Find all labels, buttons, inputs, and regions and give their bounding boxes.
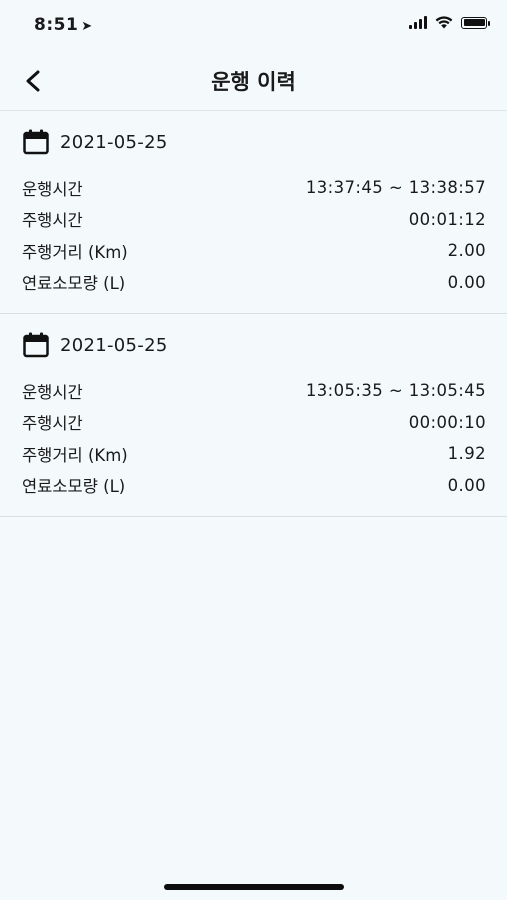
row-label: 운행시간 xyxy=(22,179,83,199)
date-text: 2021-05-25 xyxy=(60,131,168,153)
row-label: 연료소모량 (L) xyxy=(22,477,126,497)
row-value: 1.92 xyxy=(447,444,486,464)
row-value: 00:00:10 xyxy=(408,412,486,432)
drive-time-row: 운행시간 13:37:45 ~ 13:38:57 xyxy=(22,172,486,204)
status-icons xyxy=(409,16,490,29)
battery-icon xyxy=(461,16,490,29)
row-label: 주행시간 xyxy=(22,211,83,231)
history-card[interactable]: 2021-05-25 운행시간 13:05:35 ~ 13:05:45 주행시간… xyxy=(0,314,507,517)
row-label: 주행시간 xyxy=(22,414,83,434)
navigation-bar: 운행 이력 xyxy=(0,52,507,111)
home-indicator[interactable] xyxy=(164,884,344,890)
row-value: 13:37:45 ~ 13:38:57 xyxy=(305,178,486,198)
detail-rows: 운행시간 13:05:35 ~ 13:05:45 주행시간 00:00:10 주… xyxy=(22,375,486,501)
location-arrow-icon: ➤ xyxy=(81,19,93,34)
status-bar: 8:51 ➤ xyxy=(0,0,507,52)
status-time: 8:51 ➤ xyxy=(34,15,93,35)
row-label: 운행시간 xyxy=(22,382,83,402)
row-value: 2.00 xyxy=(447,241,486,261)
page-title: 운행 이력 xyxy=(211,70,296,94)
date-text: 2021-05-25 xyxy=(60,334,168,356)
calendar-icon xyxy=(23,129,49,155)
row-value: 00:01:12 xyxy=(408,209,486,229)
detail-rows: 운행시간 13:37:45 ~ 13:38:57 주행시간 00:01:12 주… xyxy=(22,172,486,298)
cellular-signal-icon xyxy=(409,16,427,29)
fuel-row: 연료소모량 (L) 0.00 xyxy=(22,267,486,299)
running-time-row: 주행시간 00:01:12 xyxy=(22,204,486,236)
row-label: 주행거리 (Km) xyxy=(22,445,128,465)
row-label: 연료소모량 (L) xyxy=(22,274,126,294)
distance-row: 주행거리 (Km) 2.00 xyxy=(22,235,486,267)
row-value: 0.00 xyxy=(447,475,486,495)
calendar-icon xyxy=(23,332,49,358)
card-date: 2021-05-25 xyxy=(22,332,168,358)
row-value: 0.00 xyxy=(447,272,486,292)
clock-text: 8:51 xyxy=(34,15,79,35)
card-date: 2021-05-25 xyxy=(22,129,168,155)
row-value: 13:05:35 ~ 13:05:45 xyxy=(305,381,486,401)
history-card[interactable]: 2021-05-25 운행시간 13:37:45 ~ 13:38:57 주행시간… xyxy=(0,111,507,314)
running-time-row: 주행시간 00:00:10 xyxy=(22,407,486,439)
wifi-icon xyxy=(435,16,453,29)
drive-time-row: 운행시간 13:05:35 ~ 13:05:45 xyxy=(22,375,486,407)
distance-row: 주행거리 (Km) 1.92 xyxy=(22,438,486,470)
row-label: 주행거리 (Km) xyxy=(22,242,128,262)
fuel-row: 연료소모량 (L) 0.00 xyxy=(22,470,486,502)
